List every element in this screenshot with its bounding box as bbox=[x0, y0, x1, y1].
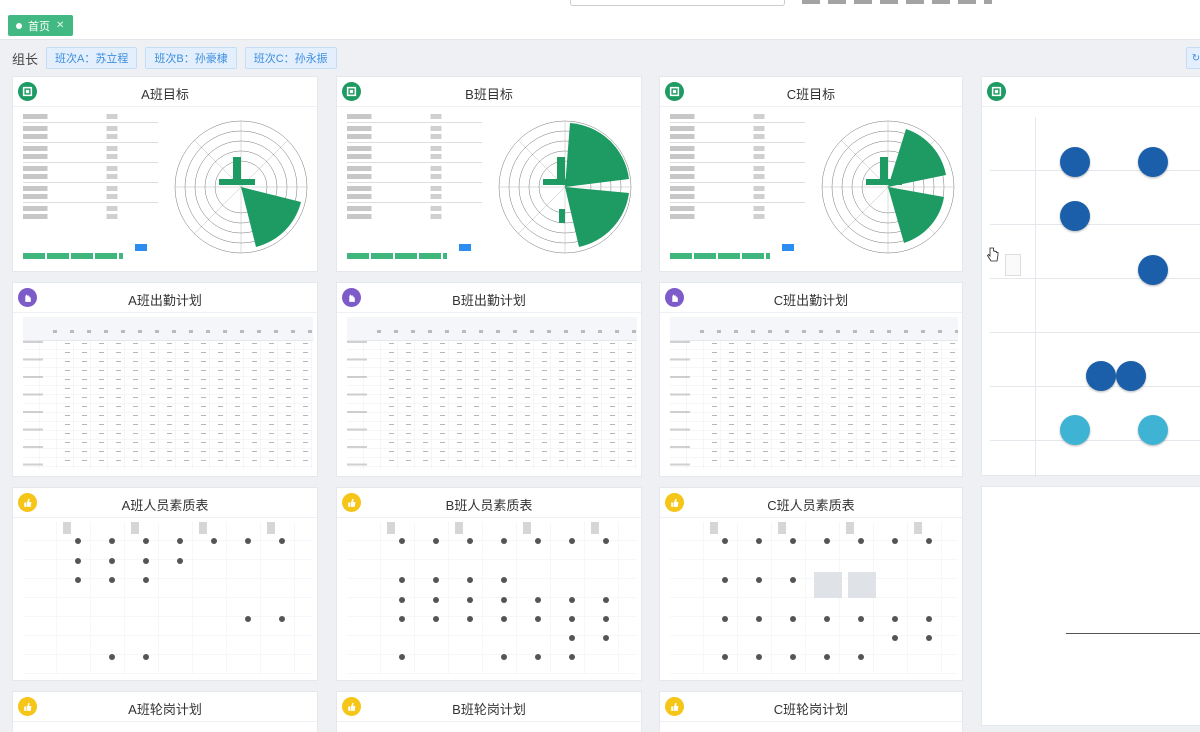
tab-home-label: 首页 bbox=[28, 20, 50, 33]
target-form bbox=[347, 111, 482, 267]
card-title: C班目标 bbox=[786, 87, 836, 102]
attendance-table bbox=[23, 317, 313, 472]
station-avatar[interactable] bbox=[1138, 415, 1168, 445]
attendance-card-c: C班出勤计划 bbox=[659, 282, 963, 477]
leader-bar: 组长 班次A：苏立程 班次B：孙豪棣 班次C：孙永振 ↻ bbox=[0, 40, 1200, 76]
shift-c-button[interactable]: 班次C：孙永振 bbox=[244, 47, 337, 69]
shift-a-button[interactable]: 班次A：苏立程 bbox=[46, 47, 138, 69]
card-header: A班人员素质表 bbox=[13, 488, 317, 518]
rotation-card-c: C班轮岗计划 bbox=[659, 691, 963, 732]
confirm-button[interactable] bbox=[135, 244, 147, 251]
polar-target-chart bbox=[498, 120, 632, 254]
card-header: A班目标 bbox=[13, 77, 317, 107]
station-avatar[interactable] bbox=[1138, 255, 1168, 285]
card-title: C班轮岗计划 bbox=[773, 702, 849, 717]
card-title: B班人员素质表 bbox=[445, 498, 533, 513]
tab-home[interactable]: 首页 ✕ bbox=[8, 15, 74, 36]
card-title: B班出勤计划 bbox=[452, 293, 526, 308]
target-progress-tabs[interactable] bbox=[23, 253, 123, 259]
tab-bar: 首页 ✕ bbox=[0, 10, 1200, 40]
tab-close-icon[interactable]: ✕ bbox=[56, 20, 64, 31]
empty-card bbox=[981, 486, 1200, 726]
quality-table bbox=[347, 522, 637, 676]
card-title: B班目标 bbox=[465, 87, 513, 102]
card-title: C班人员素质表 bbox=[767, 498, 855, 513]
card-title: B班轮岗计划 bbox=[452, 702, 526, 717]
card-title: A班目标 bbox=[141, 87, 189, 102]
divider bbox=[1066, 633, 1200, 634]
card-header: B班目标 bbox=[337, 77, 641, 107]
target-content bbox=[347, 111, 637, 267]
quality-card-c: C班人员素质表 bbox=[659, 487, 963, 681]
card-header: C班轮岗计划 bbox=[660, 692, 962, 722]
card-title: A班人员素质表 bbox=[121, 498, 209, 513]
confirm-button[interactable] bbox=[782, 244, 794, 251]
quality-card-a: A班人员素质表 bbox=[12, 487, 318, 681]
card-header: B班出勤计划 bbox=[337, 283, 641, 313]
quality-card-b: B班人员素质表 bbox=[336, 487, 642, 681]
station-avatar[interactable] bbox=[1138, 147, 1168, 177]
card-title: A班出勤计划 bbox=[128, 293, 202, 308]
target-content bbox=[23, 111, 313, 267]
target-content bbox=[670, 111, 958, 267]
card-header: A班轮岗计划 bbox=[13, 692, 317, 722]
tab-active-dot bbox=[16, 22, 22, 29]
station-avatar[interactable] bbox=[1086, 361, 1116, 391]
card-header: A班出勤计划 bbox=[13, 283, 317, 313]
confirm-button[interactable] bbox=[459, 244, 471, 251]
target-progress-tabs[interactable] bbox=[347, 253, 447, 259]
target-progress-tabs[interactable] bbox=[670, 253, 770, 259]
station-grid bbox=[990, 117, 1200, 477]
target-form bbox=[23, 111, 158, 267]
station-avatar[interactable] bbox=[1060, 147, 1090, 177]
card-header: C班出勤计划 bbox=[660, 283, 962, 313]
attendance-table bbox=[347, 317, 637, 472]
leader-label: 组长 bbox=[12, 51, 39, 67]
shift-b-button[interactable]: 班次B：孙豪棣 bbox=[145, 47, 237, 69]
station-avatar[interactable] bbox=[1116, 361, 1146, 391]
org-chart-card bbox=[981, 76, 1200, 477]
card-header: B班人员素质表 bbox=[337, 488, 641, 518]
tooltip-hint bbox=[1005, 254, 1021, 276]
target-card-b: B班目标 bbox=[336, 76, 642, 272]
card-title: C班出勤计划 bbox=[773, 293, 849, 308]
card-header: C班目标 bbox=[660, 77, 962, 107]
target-card-c: C班目标 bbox=[659, 76, 963, 272]
quality-table bbox=[670, 522, 958, 676]
target-card-a: A班目标 bbox=[12, 76, 318, 272]
hand-cursor-icon bbox=[986, 247, 999, 262]
target-form bbox=[670, 111, 805, 267]
rotation-card-a: A班轮岗计划 bbox=[12, 691, 318, 732]
rotation-card-b: B班轮岗计划 bbox=[336, 691, 642, 732]
card-title: A班轮岗计划 bbox=[128, 702, 202, 717]
card-header bbox=[982, 77, 1200, 107]
polar-target-chart bbox=[821, 120, 955, 254]
card-header: B班轮岗计划 bbox=[337, 692, 641, 722]
station-avatar[interactable] bbox=[1060, 201, 1090, 231]
target-icon bbox=[987, 82, 1006, 101]
card-header: C班人员素质表 bbox=[660, 488, 962, 518]
refresh-icon[interactable]: ↻ bbox=[1186, 47, 1200, 69]
top-strip bbox=[0, 0, 1200, 10]
attendance-card-a: A班出勤计划 bbox=[12, 282, 318, 477]
attendance-table bbox=[670, 317, 958, 472]
quality-table bbox=[23, 522, 313, 676]
station-avatar[interactable] bbox=[1060, 415, 1090, 445]
top-toolbar[interactable] bbox=[802, 0, 992, 4]
top-search-input[interactable] bbox=[570, 0, 785, 6]
polar-target-chart bbox=[174, 120, 308, 254]
attendance-card-b: B班出勤计划 bbox=[336, 282, 642, 477]
